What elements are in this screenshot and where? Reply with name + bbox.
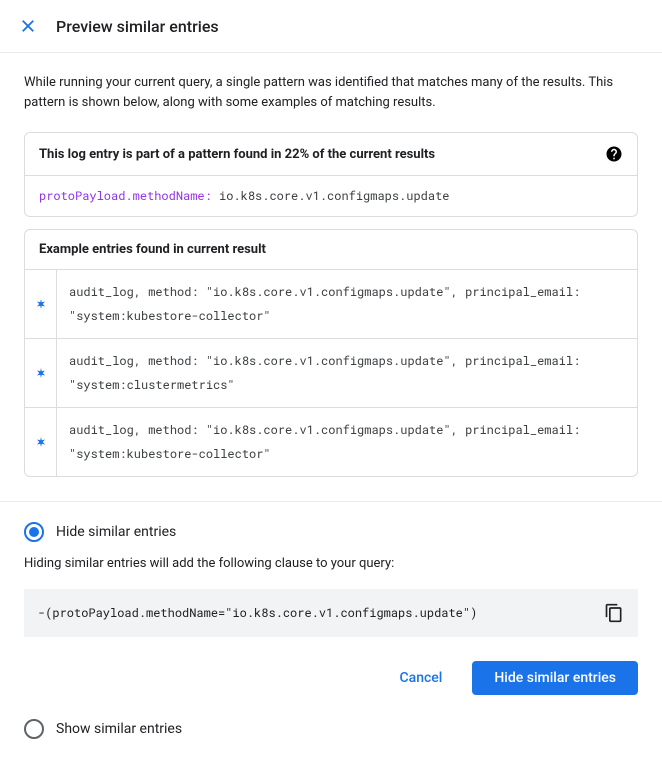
hide-description: Hiding similar entries will add the foll… bbox=[24, 556, 638, 571]
close-button[interactable] bbox=[16, 14, 40, 38]
radio-hide-similar[interactable]: Hide similar entries bbox=[24, 522, 638, 542]
row-icon-cell bbox=[25, 408, 57, 476]
radio-button-unselected bbox=[24, 719, 44, 739]
close-icon bbox=[19, 17, 37, 35]
dialog-content: While running your current query, a sing… bbox=[0, 53, 662, 773]
asterisk-icon bbox=[35, 436, 47, 448]
asterisk-icon bbox=[35, 298, 47, 310]
example-header: Example entries found in current result bbox=[25, 230, 637, 270]
example-row: audit_log, method: "io.k8s.core.v1.confi… bbox=[25, 270, 637, 339]
hide-similar-button[interactable]: Hide similar entries bbox=[472, 661, 638, 695]
action-button-row: Cancel Hide similar entries bbox=[24, 661, 638, 695]
example-card: Example entries found in current result … bbox=[24, 229, 638, 477]
asterisk-icon bbox=[35, 367, 47, 379]
row-icon-cell bbox=[25, 270, 57, 338]
intro-text: While running your current query, a sing… bbox=[24, 73, 638, 112]
row-icon-cell bbox=[25, 339, 57, 407]
pattern-card: This log entry is part of a pattern foun… bbox=[24, 132, 638, 217]
pattern-header: This log entry is part of a pattern foun… bbox=[25, 133, 637, 176]
query-clause-box: -(protoPayload.methodName="io.k8s.core.v… bbox=[24, 589, 638, 637]
pattern-body: protoPayload.methodName: io.k8s.core.v1.… bbox=[25, 176, 637, 216]
cancel-button[interactable]: Cancel bbox=[378, 661, 465, 695]
example-row: audit_log, method: "io.k8s.core.v1.confi… bbox=[25, 408, 637, 476]
dialog-title: Preview similar entries bbox=[56, 17, 219, 36]
row-content: audit_log, method: "io.k8s.core.v1.confi… bbox=[57, 339, 637, 407]
dialog-header: Preview similar entries bbox=[0, 0, 662, 53]
query-clause-text: -(protoPayload.methodName="io.k8s.core.v… bbox=[38, 605, 477, 621]
help-icon[interactable] bbox=[605, 145, 623, 163]
pattern-header-text: This log entry is part of a pattern foun… bbox=[39, 147, 435, 162]
example-row: audit_log, method: "io.k8s.core.v1.confi… bbox=[25, 339, 637, 408]
row-content: audit_log, method: "io.k8s.core.v1.confi… bbox=[57, 270, 637, 338]
radio-show-similar[interactable]: Show similar entries bbox=[24, 719, 638, 739]
radio-label-show: Show similar entries bbox=[56, 721, 182, 737]
radio-label-hide: Hide similar entries bbox=[56, 524, 176, 540]
section-divider bbox=[0, 501, 662, 502]
pattern-value: io.k8s.core.v1.configmaps.update bbox=[212, 188, 450, 204]
copy-icon[interactable] bbox=[604, 603, 624, 623]
radio-button-selected bbox=[24, 522, 44, 542]
pattern-key: protoPayload.methodName: bbox=[39, 188, 212, 204]
row-content: audit_log, method: "io.k8s.core.v1.confi… bbox=[57, 408, 637, 476]
